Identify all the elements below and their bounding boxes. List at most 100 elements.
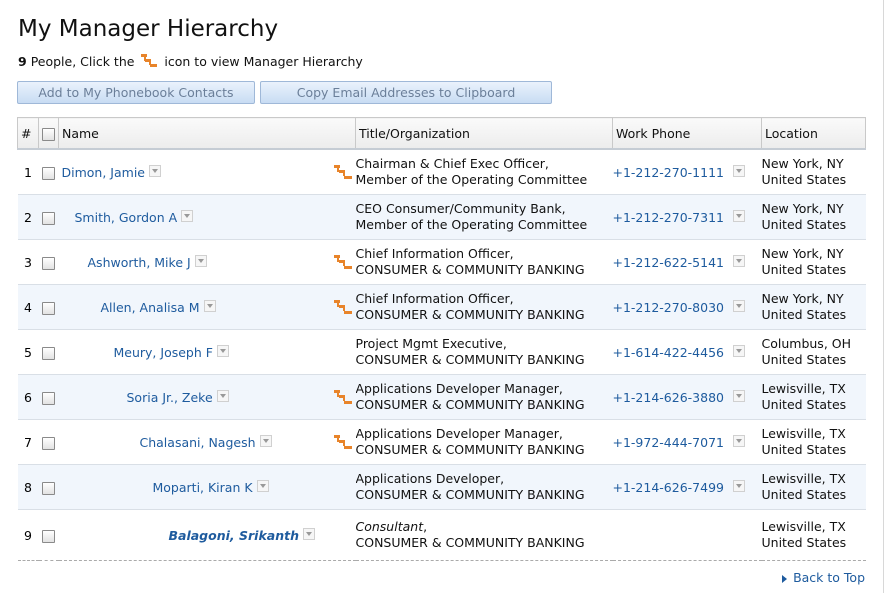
name-cell: Meury, Joseph F [58, 329, 356, 375]
row-checkbox[interactable] [42, 166, 55, 180]
row-checkbox[interactable] [42, 391, 55, 405]
phone-cell: +1-212-622-5141 [612, 239, 762, 285]
work-phone-link[interactable]: +1-212-270-7311 [613, 210, 725, 225]
title-line-1-suffix: , [423, 519, 428, 534]
phone-cell: +1-212-270-1111 [612, 148, 762, 195]
title-line-1: Chairman & Chief Exec Officer, [355, 156, 549, 171]
row-checkbox[interactable] [42, 256, 55, 270]
table-row: 1 Dimon, Jamie Chairman & Chief Exec Offic… [17, 148, 866, 195]
title-line-1: CEO Consumer/Community Bank, [355, 201, 566, 216]
work-phone-link[interactable]: +1-212-622-5141 [613, 255, 725, 270]
person-name-link[interactable]: Allen, Analisa M [101, 300, 200, 315]
title-cell: Chairman & Chief Exec Officer, Member of … [355, 148, 613, 195]
location-city: Columbus, OH [761, 336, 852, 351]
name-cell: Allen, Analisa M [58, 284, 356, 330]
person-name-link[interactable]: Balagoni, Srikanth [169, 528, 299, 543]
phone-cell: +1-614-422-4456 [612, 329, 762, 375]
org-hierarchy-icon[interactable] [333, 435, 352, 453]
location-country: United States [761, 172, 847, 187]
location-cell: New York, NY United States [761, 239, 866, 285]
person-name-link[interactable]: Moparti, Kiran K [153, 480, 253, 495]
location-city: Lewisville, TX [761, 471, 846, 486]
person-name-link[interactable]: Smith, Gordon A [75, 210, 178, 225]
chevron-down-icon[interactable] [733, 435, 745, 447]
column-header-name[interactable]: Name [58, 117, 356, 150]
table-row: 4 Allen, Analisa M Chief Information Offic… [17, 284, 866, 330]
table-row: 2 Smith, Gordon A CEO Consumer/Community B… [17, 194, 866, 240]
row-number: 8 [17, 464, 39, 510]
chevron-down-icon[interactable] [148, 165, 161, 177]
title-cell: Chief Information Officer, CONSUMER & COM… [355, 239, 613, 285]
row-select-cell [38, 239, 59, 285]
phone-cell: +1-212-270-8030 [612, 284, 762, 330]
location-country: United States [761, 487, 847, 502]
work-phone-link[interactable]: +1-212-270-8030 [613, 300, 725, 315]
add-to-phonebook-button[interactable]: Add to My Phonebook Contacts [17, 81, 255, 104]
people-count: 9 [18, 54, 27, 69]
back-to-top-link[interactable]: Back to Top [782, 570, 865, 585]
name-cell: Soria Jr., Zeke [58, 374, 356, 420]
column-header-phone[interactable]: Work Phone [612, 117, 762, 150]
chevron-down-icon[interactable] [733, 390, 745, 402]
title-line-1: Chief Information Officer, [355, 291, 514, 306]
chevron-down-icon[interactable] [733, 300, 745, 312]
phone-cell [612, 509, 762, 561]
select-all-checkbox[interactable] [42, 127, 55, 141]
work-phone-link[interactable]: +1-614-422-4456 [613, 345, 725, 360]
chevron-down-icon[interactable] [302, 528, 315, 540]
work-phone-link[interactable]: +1-214-626-7499 [613, 480, 725, 495]
name-cell: Balagoni, Srikanth [58, 509, 356, 561]
page-title: My Manager Hierarchy [18, 16, 279, 42]
chevron-down-icon[interactable] [194, 255, 207, 267]
chevron-down-icon[interactable] [203, 300, 216, 312]
chevron-down-icon[interactable] [181, 210, 194, 222]
name-cell: Smith, Gordon A [58, 194, 356, 240]
location-city: Lewisville, TX [761, 519, 846, 534]
row-checkbox[interactable] [42, 436, 55, 450]
title-cell: Chief Information Officer, CONSUMER & COM… [355, 284, 613, 330]
chevron-down-icon[interactable] [733, 255, 745, 267]
location-city: Lewisville, TX [761, 381, 846, 396]
chevron-down-icon[interactable] [733, 345, 745, 357]
org-hierarchy-icon[interactable] [333, 255, 352, 273]
copy-email-addresses-button[interactable]: Copy Email Addresses to Clipboard [260, 81, 552, 104]
location-cell: Lewisville, TX United States [761, 374, 866, 420]
row-number: 6 [17, 374, 39, 420]
title-line-2: CONSUMER & COMMUNITY BANKING [355, 535, 585, 550]
row-checkbox[interactable] [42, 346, 55, 360]
people-table: # Name Title/Organization Work Phone Loc… [17, 117, 866, 561]
person-name-link[interactable]: Meury, Joseph F [114, 345, 213, 360]
chevron-down-icon[interactable] [733, 165, 745, 177]
chevron-down-icon[interactable] [733, 480, 745, 492]
person-name-link[interactable]: Chalasani, Nagesh [140, 435, 256, 450]
work-phone-link[interactable]: +1-212-270-1111 [613, 165, 725, 180]
page: My Manager Hierarchy 9 People, Click the… [0, 0, 887, 593]
chevron-down-icon[interactable] [256, 480, 269, 492]
column-header-location[interactable]: Location [761, 117, 866, 150]
org-hierarchy-icon[interactable] [333, 165, 352, 183]
row-checkbox[interactable] [42, 301, 55, 315]
work-phone-link[interactable]: +1-972-444-7071 [613, 435, 725, 450]
title-cell: Applications Developer Manager, CONSUMER … [355, 419, 613, 465]
chevron-down-icon[interactable] [259, 435, 272, 447]
column-header-title[interactable]: Title/Organization [355, 117, 613, 150]
person-name-link[interactable]: Soria Jr., Zeke [127, 390, 213, 405]
org-hierarchy-icon[interactable] [333, 300, 352, 318]
row-checkbox[interactable] [42, 481, 55, 495]
title-line-2: CONSUMER & COMMUNITY BANKING [355, 352, 585, 367]
title-cell: CEO Consumer/Community Bank, Member of th… [355, 194, 613, 240]
chevron-down-icon[interactable] [216, 345, 229, 357]
person-name-link[interactable]: Dimon, Jamie [62, 165, 145, 180]
row-select-cell [38, 419, 59, 465]
subtitle-text-before: People, Click the [30, 54, 135, 69]
person-name-link[interactable]: Ashworth, Mike J [88, 255, 191, 270]
org-hierarchy-icon[interactable] [333, 390, 352, 408]
chevron-down-icon[interactable] [216, 390, 229, 402]
title-line-2: CONSUMER & COMMUNITY BANKING [355, 442, 585, 457]
location-country: United States [761, 217, 847, 232]
title-cell: Consultant, CONSUMER & COMMUNITY BANKING [355, 509, 613, 561]
chevron-down-icon[interactable] [733, 210, 745, 222]
row-checkbox[interactable] [42, 211, 55, 225]
row-checkbox[interactable] [42, 529, 55, 543]
work-phone-link[interactable]: +1-214-626-3880 [613, 390, 725, 405]
